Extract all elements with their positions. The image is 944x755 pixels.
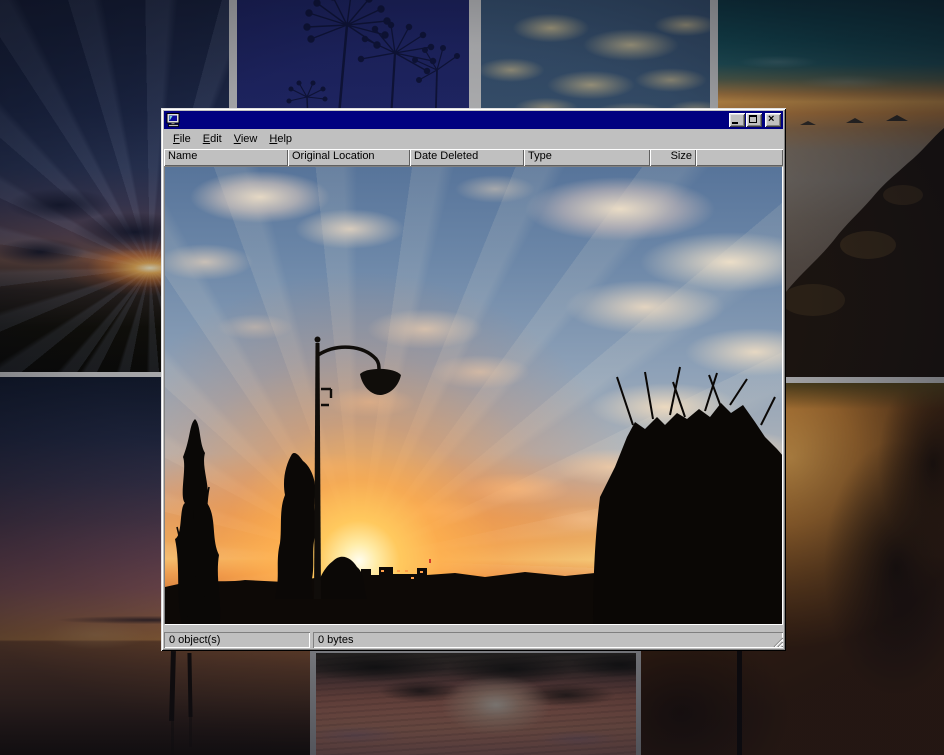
status-bar: 0 object(s) 0 bytes [164,625,783,648]
close-icon: × [768,115,774,124]
water-pole [187,653,192,717]
status-object-count: 0 object(s) [164,632,310,648]
file-list-area[interactable] [164,166,783,625]
menu-bar: File Edit View Help [164,129,783,149]
maximize-button[interactable] [746,113,762,127]
computer-icon[interactable] [166,113,182,127]
column-header-name[interactable]: Name [164,149,288,166]
minimize-button[interactable] [729,113,745,127]
close-button[interactable]: × [765,113,781,127]
sunset-lamp-photo [165,167,783,625]
column-header-original-location[interactable]: Original Location [288,149,410,166]
column-header-type[interactable]: Type [524,149,650,166]
water-pole-reflection [171,721,174,755]
desktop-photo-water-reflection [316,653,636,755]
column-header-filler [696,149,783,166]
menu-file[interactable]: File [167,131,197,147]
water-pole-reflection [189,717,192,747]
maximize-icon [749,115,757,123]
column-header-size[interactable]: Size [650,149,696,166]
photo-silhouettes [165,167,783,625]
recycle-bin-window: × File Edit View Help Name Original Loca… [161,108,786,651]
resize-grip-icon[interactable] [771,635,783,647]
menu-edit[interactable]: Edit [197,131,228,147]
water-pole [169,651,176,721]
column-headers: Name Original Location Date Deleted Type… [164,149,783,166]
menu-view[interactable]: View [228,131,264,147]
status-total-size: 0 bytes [313,632,783,648]
column-header-date-deleted[interactable]: Date Deleted [410,149,524,166]
menu-help[interactable]: Help [263,131,298,147]
minimize-icon [732,122,738,124]
desktop: × File Edit View Help Name Original Loca… [0,0,944,755]
window-titlebar[interactable]: × [164,111,783,129]
